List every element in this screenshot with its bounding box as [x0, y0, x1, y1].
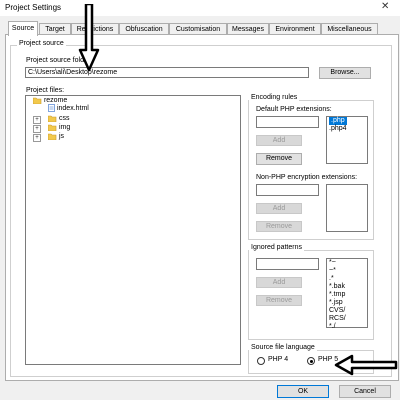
encoding-rules-label: Encoding rules	[249, 94, 300, 101]
folder-icon	[47, 133, 57, 140]
folder-icon	[47, 115, 57, 122]
html-file-icon	[48, 104, 55, 113]
tree-item-folder[interactable]: css	[47, 114, 70, 123]
ignored-pattern-item[interactable]: RCS/	[327, 315, 367, 323]
expand-icon[interactable]: +	[33, 116, 41, 124]
default-php-ext-label: Default PHP extensions:	[256, 106, 332, 113]
annotation-arrow-down-icon	[78, 4, 100, 72]
remove-ignored-pattern-button[interactable]: Remove	[256, 295, 302, 306]
source-folder-input[interactable]: C:\Users\ali\Desktop\rezome	[25, 67, 309, 78]
add-php-ext-button[interactable]: Add	[256, 135, 302, 146]
non-php-ext-label: Non-PHP encryption extensions:	[256, 174, 358, 181]
php-ext-list[interactable]: .php .php4	[326, 116, 368, 164]
expand-icon[interactable]: +	[33, 134, 41, 142]
non-php-ext-input[interactable]	[256, 184, 319, 196]
tree-folder-label: img	[58, 124, 71, 131]
ignored-patterns-label: Ignored patterns	[249, 244, 304, 251]
php-ext-item[interactable]: .php4	[327, 125, 367, 133]
cancel-button[interactable]: Cancel	[339, 385, 391, 398]
expand-icon[interactable]: +	[33, 125, 41, 133]
remove-php-ext-button[interactable]: Remove	[256, 153, 302, 165]
php-ext-input[interactable]	[256, 116, 319, 128]
tree-folder-label: js	[58, 133, 65, 140]
add-non-php-ext-button[interactable]: Add	[256, 203, 302, 214]
tree-root-label: rezome	[43, 97, 68, 104]
ignored-pattern-item[interactable]: *.bak	[327, 283, 367, 291]
ignored-pattern-item[interactable]: *~	[327, 259, 367, 267]
tree-file-label: index.html	[56, 105, 89, 112]
source-language-label: Source file language	[249, 344, 317, 351]
php5-radio[interactable]	[307, 357, 315, 365]
annotation-arrow-left-icon	[334, 354, 398, 376]
ignored-pattern-item[interactable]: *.jsp	[327, 299, 367, 307]
project-source-label: Project source	[17, 40, 66, 47]
ignored-pattern-item[interactable]: *./	[327, 323, 367, 331]
ignored-pattern-item[interactable]: .*	[327, 275, 367, 283]
tree-item-file[interactable]: index.html	[48, 104, 89, 113]
ignored-pattern-input[interactable]	[256, 258, 319, 270]
php4-label[interactable]: PHP 4	[268, 356, 288, 363]
php-ext-item-selected[interactable]: .php	[329, 117, 347, 125]
ignored-pattern-item[interactable]: *.tmp	[327, 291, 367, 299]
non-php-ext-list[interactable]	[326, 184, 368, 232]
folder-open-icon	[32, 97, 42, 104]
php4-radio[interactable]	[257, 357, 265, 365]
tab-source[interactable]: Source	[8, 21, 38, 36]
ignored-pattern-item[interactable]: CVS/	[327, 307, 367, 315]
tree-item-folder[interactable]: img	[47, 123, 71, 132]
ok-button[interactable]: OK	[277, 385, 329, 398]
tree-folder-label: css	[58, 115, 70, 122]
folder-icon	[47, 124, 57, 131]
ignored-pattern-item[interactable]: ~*	[327, 267, 367, 275]
browse-button[interactable]: Browse...	[319, 67, 371, 79]
project-files-label: Project files:	[26, 87, 65, 94]
close-icon[interactable]: ✕	[381, 1, 389, 12]
window-title: Project Settings	[5, 3, 62, 12]
remove-non-php-ext-button[interactable]: Remove	[256, 221, 302, 232]
add-ignored-pattern-button[interactable]: Add	[256, 277, 302, 288]
tree-item-folder[interactable]: js	[47, 132, 65, 141]
ignored-patterns-list[interactable]: *~ ~* .* *.bak *.tmp *.jsp CVS/ RCS/ *./	[326, 258, 368, 331]
